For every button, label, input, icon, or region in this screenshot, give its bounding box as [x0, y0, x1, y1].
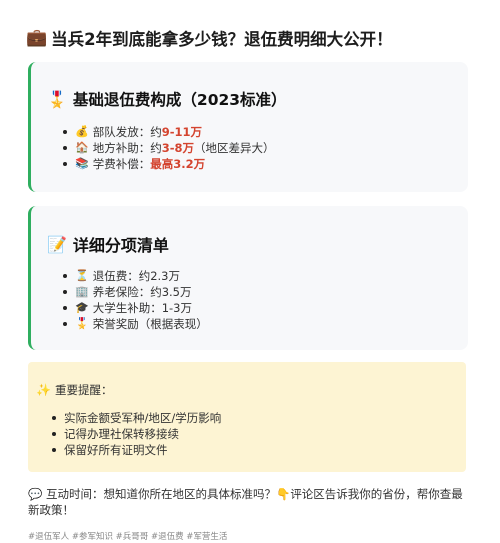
section-heading-text: 基础退伍费构成（2023标准）: [72, 91, 287, 109]
section-heading-text: 详细分项清单: [72, 236, 169, 255]
money-bag-icon: 💰: [75, 125, 89, 138]
post-title-text: 当兵2年到底能拿多少钱？退伍费明细大公开！: [51, 30, 393, 49]
interaction-text: 互动时间：想知道你所在地区的具体标准吗？: [45, 487, 276, 501]
list-item: 保留好所有证明文件: [52, 442, 221, 458]
bullet-dot: [63, 306, 67, 310]
important-notice: ✨ 重要提醒： 实际金额受军种/地区/学历影响 记得办理社保转移接续 保留好所有…: [28, 362, 466, 472]
graduation-cap-icon: 🎓: [75, 301, 89, 314]
item-label: 荣誉奖励（根据表现）: [92, 317, 208, 331]
item-label: 部队发放：约: [92, 125, 162, 139]
bullet-dot: [63, 290, 67, 294]
item-label: 退伍费：约2.3万: [92, 269, 180, 283]
item-highlight: 9-11万: [161, 125, 202, 139]
bullet-dot: [63, 146, 67, 150]
bullet-dot: [63, 130, 67, 134]
medal-icon: 🎖️: [75, 317, 89, 330]
section-detail-list: 📝 详细分项清单 ⏳ 退伍费：约2.3万 🏢 养老保险：约3.5万 🎓 大学生补…: [28, 206, 468, 350]
interaction-prompt: 💬 互动时间：想知道你所在地区的具体标准吗？👇评论区告诉我你的省份，帮你查最新政…: [28, 486, 468, 518]
section-base-pay: 🎖️ 基础退伍费构成（2023标准） 💰 部队发放：约 9-11万 🏠 地方补助：…: [28, 62, 468, 192]
list-item: 💰 部队发放：约 9-11万: [63, 124, 274, 140]
hourglass-icon: ⏳: [75, 269, 89, 282]
section-detail-heading: 📝 详细分项清单: [47, 232, 169, 256]
notice-heading-text: 重要提醒：: [54, 383, 113, 397]
bullet-dot: [52, 432, 56, 436]
list-item: 🎓 大学生补助：1-3万: [63, 300, 208, 316]
hashtags[interactable]: #退伍军人 #参军知识 #兵哥哥 #退伍费 #军营生活: [28, 530, 227, 542]
item-highlight: 3-8万: [161, 141, 194, 155]
list-item: 实际金额受军种/地区/学历影响: [52, 410, 221, 426]
post-title: 💼 当兵2年到底能拿多少钱？退伍费明细大公开！: [26, 26, 486, 50]
detail-list: ⏳ 退伍费：约2.3万 🏢 养老保险：约3.5万 🎓 大学生补助：1-3万 🎖️…: [63, 268, 208, 332]
item-highlight: 最高3.2万: [150, 157, 206, 171]
list-item: 🏢 养老保险：约3.5万: [63, 284, 208, 300]
list-item: ⏳ 退伍费：约2.3万: [63, 268, 208, 284]
item-label: 保留好所有证明文件: [64, 443, 168, 457]
bullet-dot: [63, 162, 67, 166]
item-label: 实际金额受军种/地区/学历影响: [64, 411, 222, 425]
speech-bubble-icon: 💬: [28, 487, 43, 501]
notice-list: 实际金额受军种/地区/学历影响 记得办理社保转移接续 保留好所有证明文件: [52, 410, 221, 458]
item-label: 养老保险：约3.5万: [92, 285, 192, 299]
building-icon: 🏢: [75, 285, 89, 298]
section-base-pay-heading: 🎖️ 基础退伍费构成（2023标准）: [47, 88, 287, 110]
pointing-hand-icon: 👇: [275, 487, 291, 501]
item-label: 地方补助：约: [92, 141, 162, 155]
list-item: 🏠 地方补助：约 3-8万 （地区差异大）: [63, 140, 274, 156]
list-item: 🎖️ 荣誉奖励（根据表现）: [63, 316, 208, 332]
bullet-dot: [52, 416, 56, 420]
notice-heading: ✨ 重要提醒：: [36, 382, 112, 398]
bullet-dot: [63, 322, 67, 326]
base-pay-list: 💰 部队发放：约 9-11万 🏠 地方补助：约 3-8万 （地区差异大） 📚 学费补偿…: [63, 124, 274, 172]
item-suffix: （地区差异大）: [193, 141, 275, 155]
list-item: 记得办理社保转移接续: [52, 426, 221, 442]
item-label: 大学生补助：1-3万: [92, 301, 192, 315]
item-label: 学费补偿：: [92, 157, 151, 171]
books-icon: 📚: [75, 157, 89, 170]
medal-icon: 🎖️: [47, 89, 67, 109]
briefcase-icon: 💼: [26, 28, 48, 48]
bullet-dot: [52, 448, 56, 452]
memo-icon: 📝: [47, 234, 67, 254]
item-label: 记得办理社保转移接续: [64, 427, 179, 441]
list-item: 📚 学费补偿： 最高3.2万: [63, 156, 274, 172]
house-icon: 🏠: [75, 141, 89, 154]
bullet-dot: [63, 274, 67, 278]
sparkle-icon: ✨: [36, 383, 51, 397]
